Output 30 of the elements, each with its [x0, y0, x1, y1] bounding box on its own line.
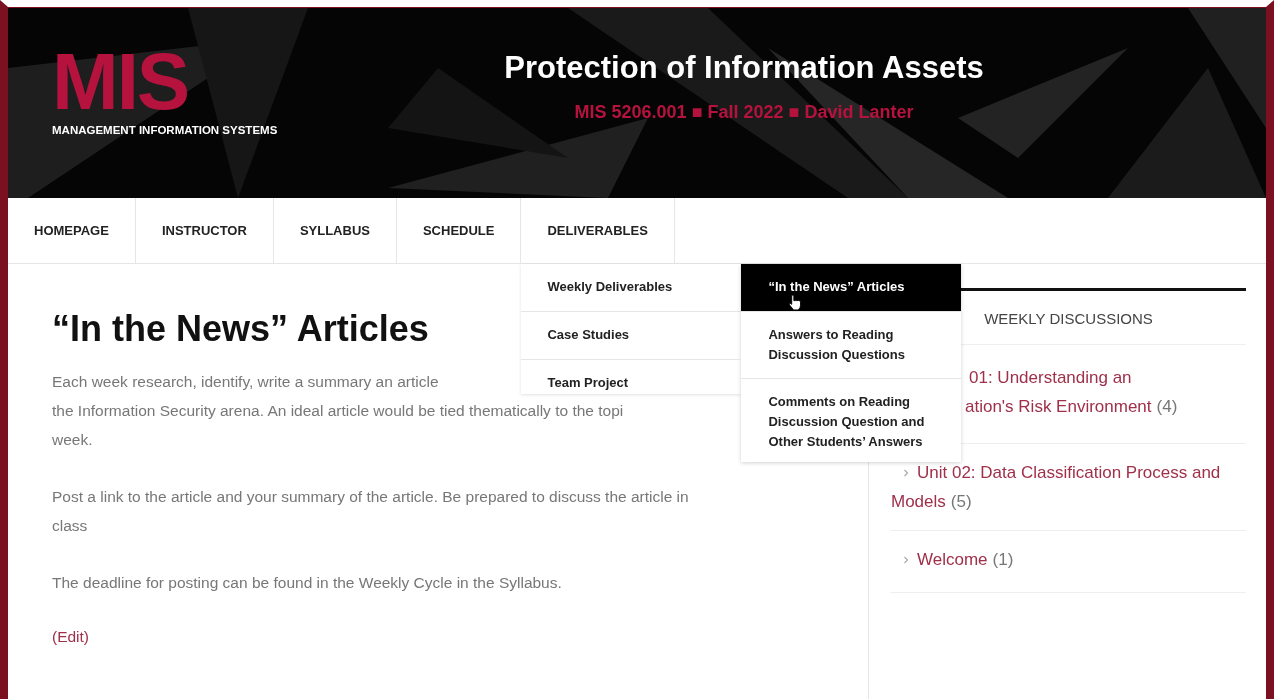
nav-item[interactable]: HOMEPAGE [8, 198, 135, 263]
category-link[interactable]: 01: Understanding an [969, 363, 1132, 392]
edit-link[interactable]: (Edit) [52, 628, 90, 646]
logo-caption: MANAGEMENT INFORMATION SYSTEMS [52, 124, 278, 136]
submenu-item[interactable]: Answers to Reading Discussion Questions [741, 312, 962, 379]
text-line: the Information Security arena. An ideal article would be tied thematically to the topi [52, 402, 624, 419]
hand-cursor-icon [788, 294, 802, 311]
chevron-icon [903, 468, 909, 477]
post-count: (1) [992, 549, 1014, 571]
post-count: (4) [1156, 396, 1178, 418]
nav-item[interactable]: SYLLABUS [273, 198, 396, 263]
nav-item[interactable]: INSTRUCTOR [135, 198, 273, 263]
text-line: Each week research, identify, write a summary an article [52, 373, 439, 390]
chevron-icon [903, 555, 909, 564]
nav-item[interactable]: DELIVERABLES [521, 198, 674, 263]
text-line: Post a link to the article and your summary of the article. Be prepared to discuss the article in [52, 488, 689, 505]
site-subtitle: MIS 5206.001 ■ Fall 2022 ■ David Lanter [574, 102, 914, 123]
submenu-item[interactable]: “In the News” Articles [741, 264, 962, 312]
site-title: Protection of Information Assets [504, 49, 984, 87]
dropdown-item[interactable]: Team Project [521, 360, 742, 394]
category-link[interactable]: Models [891, 487, 946, 516]
page-title: “In the News” Articles [52, 307, 429, 351]
text-line: The deadline for posting can be found in the Weekly Cycle in the Syllabus. [52, 574, 562, 591]
category-link[interactable]: Welcome [917, 545, 988, 574]
post-count: (5) [950, 491, 972, 513]
text-line: class [52, 517, 88, 534]
nav-item[interactable]: SCHEDULE [396, 198, 521, 263]
text-line: week. [52, 431, 93, 448]
dropdown-item[interactable]: Case Studies [521, 312, 742, 360]
category-link[interactable]: ation's Risk Environment [965, 392, 1152, 421]
